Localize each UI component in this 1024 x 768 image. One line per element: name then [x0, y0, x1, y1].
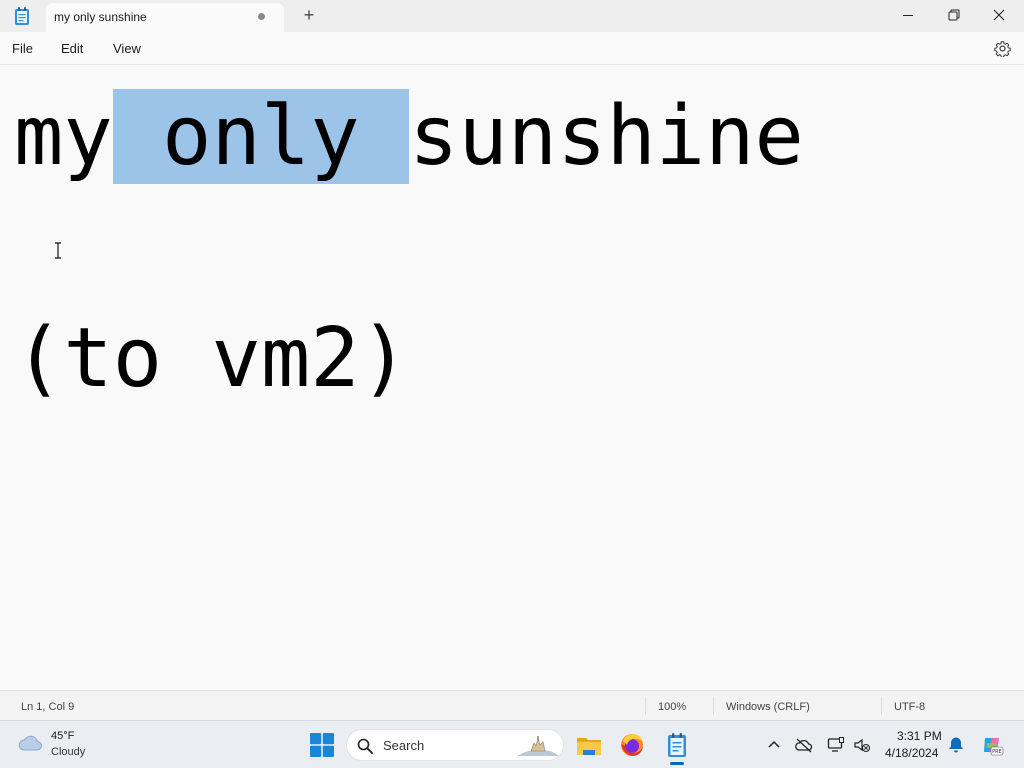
- cursor-position: Ln 1, Col 9: [21, 701, 75, 713]
- notepad-icon[interactable]: [662, 730, 692, 760]
- menu-edit[interactable]: Edit: [61, 41, 83, 56]
- text-after-selection: sunshine: [408, 89, 804, 184]
- restore-button[interactable]: [931, 0, 977, 32]
- text-before-selection: my: [14, 89, 113, 184]
- copilot-icon[interactable]: PRE: [980, 733, 1004, 757]
- taskbar: 45°F Cloudy Search 3:31 PM 4/18/2024 PRE: [0, 720, 1024, 768]
- close-button[interactable]: [977, 0, 1023, 32]
- svg-text:PRE: PRE: [992, 749, 1002, 755]
- firefox-icon[interactable]: [617, 730, 647, 760]
- text-line-2: (to vm2): [14, 311, 409, 406]
- search-icon: [357, 738, 373, 754]
- weather-temperature[interactable]: 45°F: [51, 730, 74, 742]
- search-box[interactable]: Search: [346, 729, 564, 761]
- status-bar: Ln 1, Col 9 100% Windows (CRLF) UTF-8: [0, 690, 1024, 720]
- notepad-app-icon: [15, 7, 29, 25]
- file-explorer-icon[interactable]: [574, 730, 604, 760]
- status-divider: [881, 697, 882, 715]
- unsaved-dot-icon[interactable]: [258, 13, 265, 20]
- selected-text: only: [112, 89, 409, 184]
- zoom-level[interactable]: 100%: [658, 701, 686, 713]
- clock-time[interactable]: 3:31 PM: [897, 729, 942, 743]
- encoding[interactable]: UTF-8: [894, 701, 925, 713]
- gear-icon[interactable]: [994, 40, 1011, 57]
- onedrive-offline-icon[interactable]: [795, 736, 813, 754]
- weather-description[interactable]: Cloudy: [51, 746, 85, 758]
- menu-file[interactable]: File: [12, 41, 33, 56]
- speaker-muted-icon[interactable]: [853, 736, 871, 754]
- text-cursor-icon: [55, 242, 61, 259]
- text-line-1: my only sunshine: [14, 82, 804, 192]
- chevron-up-icon[interactable]: [765, 736, 783, 754]
- minimize-button[interactable]: [885, 0, 931, 32]
- status-divider: [713, 697, 714, 715]
- display-icon[interactable]: [827, 736, 845, 754]
- start-icon[interactable]: [307, 730, 337, 760]
- line-ending[interactable]: Windows (CRLF): [726, 701, 810, 713]
- clock-date[interactable]: 4/18/2024: [885, 746, 938, 760]
- tab-document[interactable]: my only sunshine: [46, 3, 284, 32]
- new-tab-button[interactable]: +: [298, 4, 320, 26]
- menu-view[interactable]: View: [113, 41, 141, 56]
- cloud-weather-icon[interactable]: [17, 732, 45, 754]
- notification-bell-icon[interactable]: [948, 736, 964, 754]
- search-highlight-illustration: [517, 736, 559, 756]
- menu-bar: File Edit View: [0, 32, 1024, 65]
- status-divider: [645, 697, 646, 715]
- text-editor[interactable]: my only sunshine (to vm2): [0, 65, 1024, 690]
- search-placeholder: Search: [383, 738, 425, 753]
- active-app-indicator: [670, 762, 684, 765]
- title-bar: my only sunshine +: [0, 0, 1024, 32]
- tab-title: my only sunshine: [54, 10, 147, 24]
